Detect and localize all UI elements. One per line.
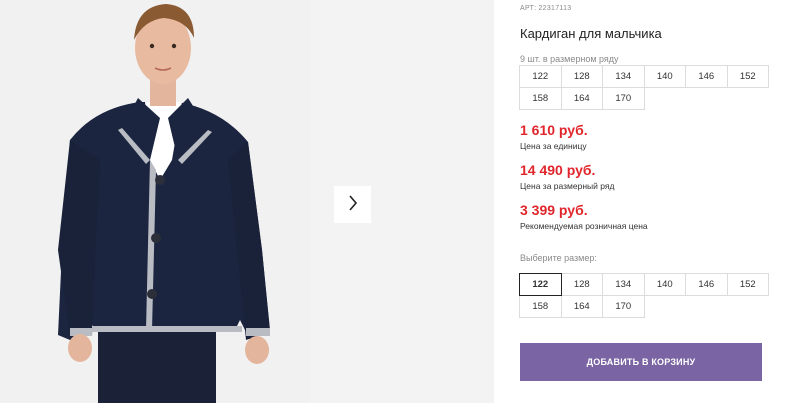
size-option[interactable]: 128: [560, 273, 603, 296]
size-range-cell: 164: [560, 87, 603, 110]
boy-cardigan-image: [0, 0, 310, 403]
add-to-cart-button[interactable]: ДОБАВИТЬ В КОРЗИНУ: [520, 343, 762, 381]
size-range-cell: 152: [726, 65, 769, 88]
size-range-cell: 134: [602, 65, 645, 88]
size-option[interactable]: 152: [726, 273, 769, 296]
size-range-cell: 122: [519, 65, 562, 88]
size-option[interactable]: 146: [685, 273, 728, 296]
size-option[interactable]: 158: [519, 295, 562, 318]
size-option[interactable]: 134: [602, 273, 645, 296]
range-price-label: Цена за размерный ряд: [520, 181, 615, 191]
unit-price-label: Цена за единицу: [520, 141, 587, 151]
article-number: АРТ: 22317113: [520, 5, 571, 12]
range-price: 14 490 руб.: [520, 162, 596, 178]
article-value: 22317113: [538, 5, 572, 12]
size-option[interactable]: 164: [560, 295, 603, 318]
size-range-note: 9 шт. в размерном ряду: [520, 54, 619, 64]
article-prefix: АРТ:: [520, 5, 537, 12]
size-selector[interactable]: 122 128 134 140 146 152 158 164 170: [519, 273, 769, 318]
size-range-cell: 140: [643, 65, 686, 88]
size-option[interactable]: 140: [643, 273, 686, 296]
product-title: Кардиган для мальчика: [520, 26, 662, 41]
size-range-cell: 158: [519, 87, 562, 110]
choose-size-label: Выберите размер:: [520, 253, 597, 263]
unit-price: 1 610 руб.: [520, 122, 588, 138]
size-option[interactable]: 170: [602, 295, 645, 318]
retail-price-label: Рекомендуемая розничная цена: [520, 221, 648, 231]
chevron-right-icon: [348, 195, 358, 214]
size-option-selected[interactable]: 122: [519, 273, 562, 296]
size-range-cell: 170: [602, 87, 645, 110]
retail-price: 3 399 руб.: [520, 202, 588, 218]
size-range-cell: 146: [685, 65, 728, 88]
size-range-grid: 122 128 134 140 146 152 158 164 170: [519, 65, 769, 110]
gallery-next-button[interactable]: [334, 186, 371, 223]
size-range-cell: 128: [560, 65, 603, 88]
product-photo[interactable]: [0, 0, 310, 403]
